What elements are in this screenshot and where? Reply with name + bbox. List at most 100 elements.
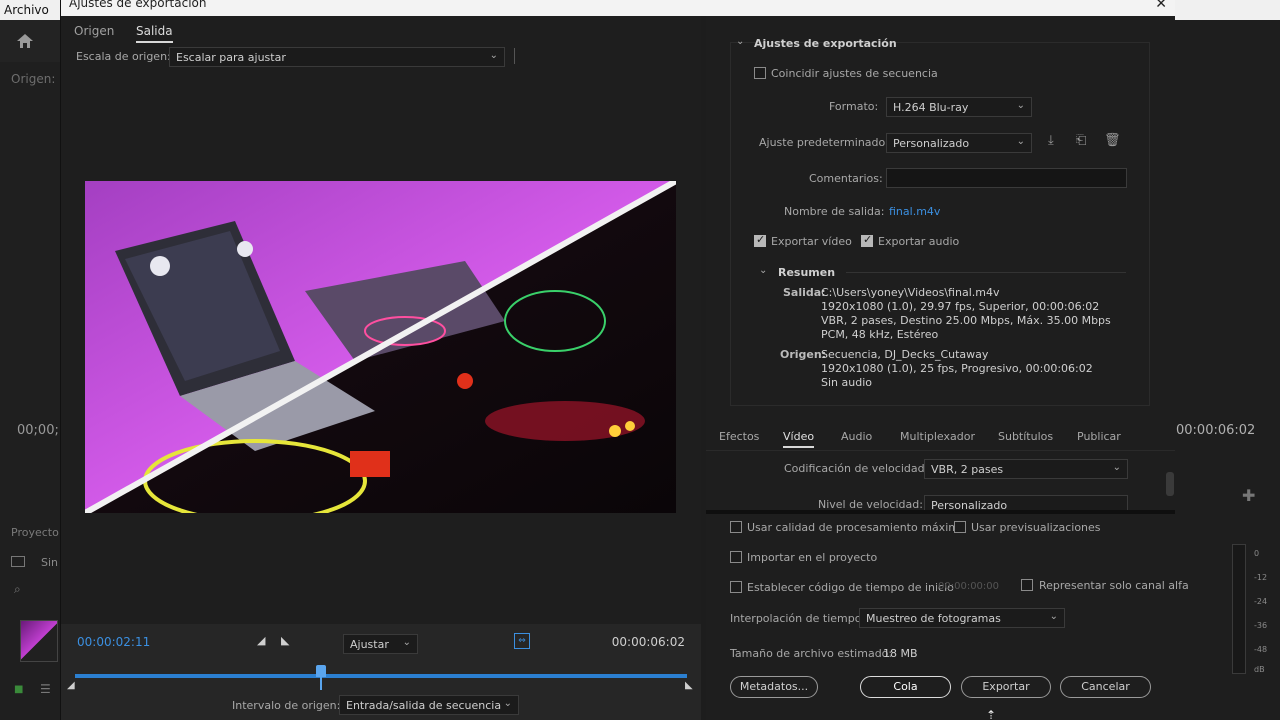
import-project-checkbox[interactable] xyxy=(730,551,742,563)
bg-project-tab[interactable]: Proyecto: xyxy=(11,526,63,539)
chevron-down-icon: ⌄ xyxy=(1016,136,1025,147)
mark-in-icon[interactable]: ◢ xyxy=(257,634,265,647)
divider xyxy=(846,272,1126,273)
import-preset-icon[interactable]: ⎗ xyxy=(1076,133,1086,148)
format-value: H.264 Blu-ray xyxy=(893,101,969,114)
bg-project-name: Sin xyxy=(41,556,59,569)
summary-output-line: VBR, 2 pases, Destino 25.00 Mbps, Máx. 3… xyxy=(821,314,1111,327)
meter-label: -24 xyxy=(1254,597,1268,606)
chevron-down-icon[interactable]: ⌄ xyxy=(736,36,744,47)
export-video-checkbox[interactable] xyxy=(754,233,766,247)
out-point-marker-icon[interactable]: ◣ xyxy=(685,680,693,691)
alpha-only-checkbox[interactable] xyxy=(1021,579,1033,591)
home-button[interactable] xyxy=(0,20,60,62)
bg-timecode-left: 00;00; xyxy=(17,423,59,438)
tab-multiplexador[interactable]: Multiplexador xyxy=(900,430,975,443)
divider xyxy=(706,510,1175,514)
fit-dropdown[interactable]: Ajustar ⌄ xyxy=(343,634,418,654)
bitrate-level-dropdown[interactable]: Personalizado xyxy=(924,495,1128,511)
summary-output-line: C:\Users\yoney\Videos\final.m4v xyxy=(821,286,1000,299)
summary-output-line: 1920x1080 (1.0), 29.97 fps, Superior, 00… xyxy=(821,300,1100,313)
set-timecode-icon[interactable]: ⇔ xyxy=(514,633,530,649)
use-previews-label: Usar previsualizaciones xyxy=(971,521,1101,534)
tab-audio[interactable]: Audio xyxy=(841,430,872,443)
settings-pane: ⌄ Ajustes de exportación Coincidir ajust… xyxy=(706,16,1189,720)
summary-source-line: Sin audio xyxy=(821,376,872,389)
source-range-dropdown[interactable]: Entrada/salida de secuencia ⌄ xyxy=(339,695,519,715)
output-name-link[interactable]: final.m4v xyxy=(889,205,940,218)
export-button[interactable]: Exportar xyxy=(961,676,1051,698)
bitrate-encoding-value: VBR, 2 pases xyxy=(931,463,1004,476)
import-project-label: Importar en el proyecto xyxy=(747,551,878,564)
bitrate-encoding-label: Codificación de velocidad: xyxy=(784,462,929,475)
start-timecode-value[interactable]: 00:00:00:00 xyxy=(938,581,999,592)
lock-icon[interactable]: ■ xyxy=(14,684,23,695)
preset-dropdown[interactable]: Personalizado ⌄ xyxy=(886,133,1032,153)
chevron-down-icon: ⌄ xyxy=(1049,611,1058,622)
summary-output-line: PCM, 48 kHz, Estéreo xyxy=(821,328,939,341)
format-dropdown[interactable]: H.264 Blu-ray ⌄ xyxy=(886,97,1032,117)
summary-title: Resumen xyxy=(778,266,836,279)
start-timecode-label: Establecer código de tiempo de inicio xyxy=(747,581,954,594)
source-scale-dropdown[interactable]: Escalar para ajustar ⌄ xyxy=(169,47,505,67)
meter-label: -48 xyxy=(1254,645,1268,654)
export-settings-dialog: Ajustes de exportación ✕ Origen Salida E… xyxy=(60,0,1189,720)
meter-label: -36 xyxy=(1254,621,1268,630)
menu-archivo[interactable]: Archivo xyxy=(4,3,49,17)
scrollbar[interactable] xyxy=(1166,456,1174,506)
tab-origen[interactable]: Origen xyxy=(74,24,114,38)
time-interpolation-dropdown[interactable]: Muestreo de fotogramas ⌄ xyxy=(859,608,1065,628)
current-timecode[interactable]: 00:00:02:11 xyxy=(77,635,150,649)
audio-meter xyxy=(1232,544,1246,674)
fit-value: Ajustar xyxy=(350,638,389,651)
video-preview xyxy=(85,181,676,513)
tab-salida[interactable]: Salida xyxy=(136,24,173,43)
tab-video[interactable]: Vídeo xyxy=(783,430,815,448)
queue-button[interactable]: Cola xyxy=(860,676,951,698)
save-preset-icon[interactable]: ⤓ xyxy=(1048,133,1054,148)
list-view-icon[interactable]: ☰ xyxy=(40,682,51,696)
scrollbar-thumb[interactable] xyxy=(1166,472,1174,496)
max-render-quality-label: Usar calidad de procesamiento máxima xyxy=(747,521,966,534)
time-interpolation-value: Muestreo de fotogramas xyxy=(866,612,1001,625)
alpha-only-label: Representar solo canal alfa xyxy=(1039,579,1189,592)
meter-label: dB xyxy=(1254,665,1265,674)
meter-label: -12 xyxy=(1254,573,1268,582)
time-interpolation-label: Interpolación de tiempo: xyxy=(730,612,866,625)
tab-subtitulos[interactable]: Subtítulos xyxy=(998,430,1053,443)
source-scale-label: Escala de origen: xyxy=(76,50,171,63)
search-icon[interactable]: ⌕ xyxy=(14,582,21,597)
dialog-titlebar: Ajustes de exportación ✕ xyxy=(61,0,1175,16)
bitrate-encoding-dropdown[interactable]: VBR, 2 pases ⌄ xyxy=(924,459,1128,479)
delete-preset-icon[interactable]: 🗑 xyxy=(1104,133,1121,148)
export-audio-label: Exportar audio xyxy=(878,235,960,248)
mark-out-icon[interactable]: ◣ xyxy=(281,634,289,647)
add-icon[interactable]: ✚ xyxy=(1242,486,1255,505)
export-video-label: Exportar vídeo xyxy=(771,235,852,248)
tab-publicar[interactable]: Publicar xyxy=(1077,430,1121,443)
timeline-track[interactable] xyxy=(75,674,687,678)
project-thumbnail[interactable] xyxy=(20,620,58,662)
metadata-button[interactable]: Metadatos... xyxy=(730,676,818,698)
close-icon[interactable]: ✕ xyxy=(1155,0,1167,12)
format-label: Formato: xyxy=(829,100,879,113)
home-icon xyxy=(17,34,33,48)
section-title: Ajustes de exportación xyxy=(754,37,897,50)
tab-efectos[interactable]: Efectos xyxy=(719,430,759,443)
start-timecode-checkbox[interactable] xyxy=(730,581,742,593)
export-audio-checkbox[interactable] xyxy=(861,233,873,247)
source-range-label: Intervalo de origen: xyxy=(232,699,341,712)
max-render-quality-checkbox[interactable] xyxy=(730,521,742,533)
video-settings-tabs: Efectos Vídeo Audio Multiplexador Subtít… xyxy=(706,421,1175,451)
cancel-button[interactable]: Cancelar xyxy=(1060,676,1151,698)
in-point-marker-icon[interactable]: ◢ xyxy=(67,680,75,691)
chevron-down-icon: ⌄ xyxy=(1112,462,1121,473)
comments-label: Comentarios: xyxy=(809,172,883,185)
comments-input[interactable] xyxy=(886,168,1127,188)
match-sequence-checkbox[interactable] xyxy=(754,67,766,79)
use-previews-checkbox[interactable] xyxy=(954,521,966,533)
file-size-value: 18 MB xyxy=(883,647,918,660)
bg-timecode-right: 00:00:06:02 xyxy=(1176,423,1256,438)
mouse-cursor-icon: ⇡ xyxy=(986,708,997,720)
chevron-down-icon[interactable]: ⌄ xyxy=(759,265,767,276)
